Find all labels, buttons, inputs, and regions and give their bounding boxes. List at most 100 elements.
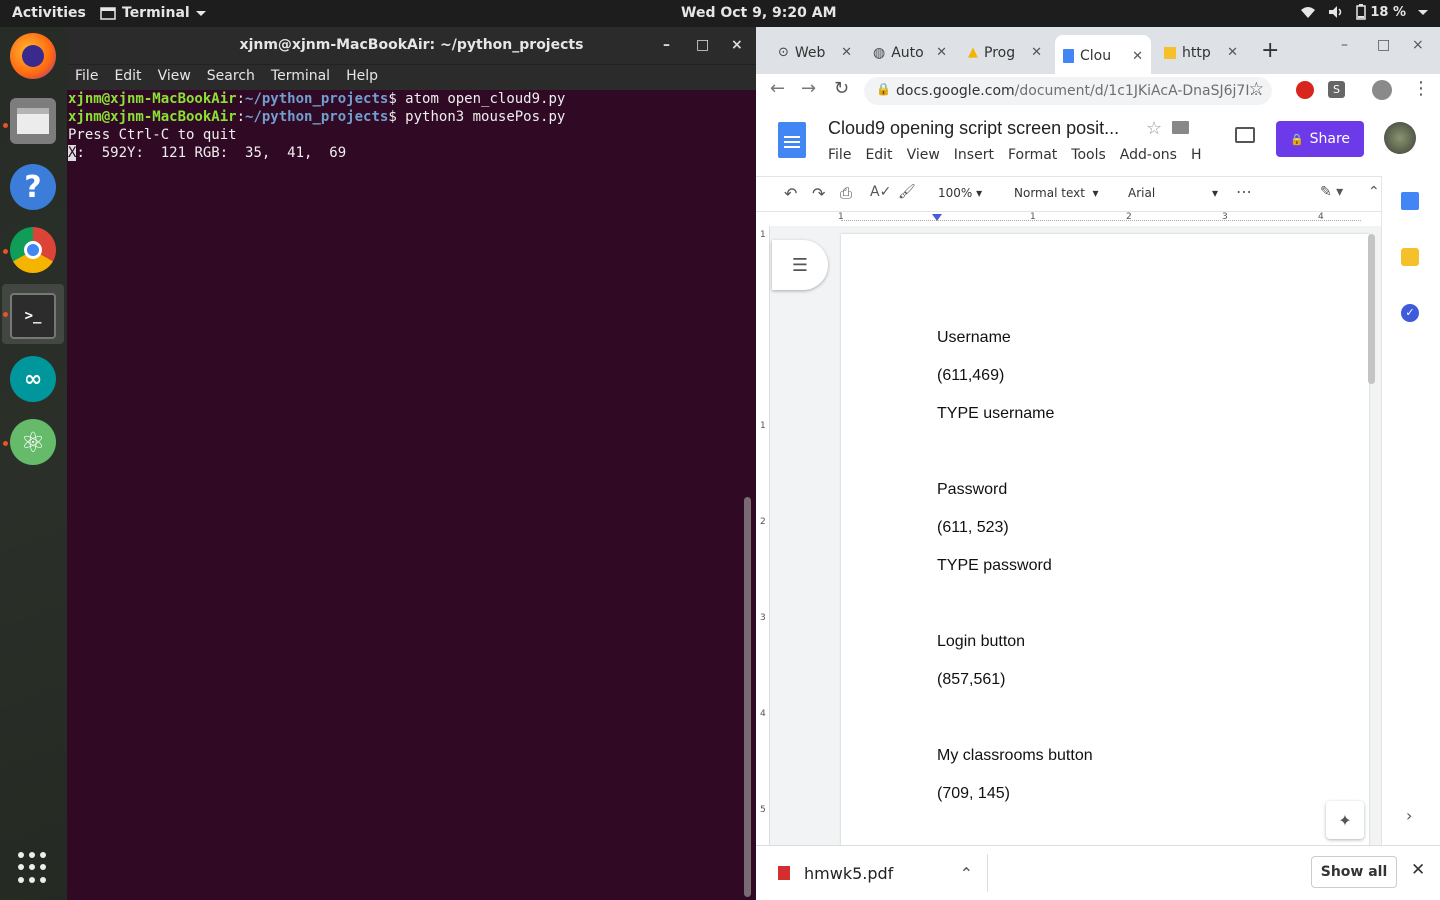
tray-chevron-icon bbox=[1418, 9, 1428, 15]
atom-icon[interactable]: ⚛ bbox=[10, 419, 56, 465]
editing-mode-icon[interactable]: ✎ ▾ bbox=[1320, 184, 1343, 200]
keep-icon[interactable] bbox=[1401, 248, 1419, 266]
menu-file[interactable]: File bbox=[67, 65, 106, 90]
document-outline-icon[interactable]: ☰ bbox=[772, 240, 828, 290]
print-icon[interactable]: ⎙ bbox=[840, 184, 852, 202]
document-scrollbar[interactable] bbox=[1368, 234, 1375, 384]
collapse-toolbar-icon[interactable]: ⌃ bbox=[1368, 184, 1380, 200]
tab-prog[interactable]: ▲ Prog ✕ bbox=[960, 37, 1050, 68]
reload-icon[interactable]: ↻ bbox=[834, 78, 849, 99]
spellcheck-icon[interactable]: A✓ bbox=[870, 184, 891, 200]
menu-edit[interactable]: Edit bbox=[106, 65, 149, 90]
firefox-icon[interactable] bbox=[10, 33, 56, 79]
help-icon[interactable]: ? bbox=[10, 164, 56, 210]
running-indicator bbox=[3, 249, 8, 254]
maximize-icon[interactable]: □ bbox=[696, 37, 709, 53]
star-icon[interactable]: ☆ bbox=[1249, 79, 1264, 99]
comments-icon[interactable] bbox=[1235, 127, 1255, 143]
terminal-titlebar[interactable]: xjnm@xjnm-MacBookAir: ~/python_projects … bbox=[67, 27, 756, 64]
docs-menu-file[interactable]: File bbox=[828, 147, 851, 163]
docs-menubar: File Edit View Insert Format Tools Add-o… bbox=[828, 147, 1223, 163]
app-menu[interactable]: Terminal bbox=[100, 5, 206, 21]
menu-help[interactable]: Help bbox=[338, 65, 386, 90]
minimize-icon[interactable]: – bbox=[663, 37, 670, 53]
menu-terminal[interactable]: Terminal bbox=[263, 65, 338, 90]
clock[interactable]: Wed Oct 9, 9:20 AM bbox=[681, 5, 837, 21]
terminal-output[interactable]: xjnm@xjnm-MacBookAir:~/python_projects$ … bbox=[67, 90, 756, 900]
redo-icon[interactable]: ↷ bbox=[812, 184, 825, 203]
close-tab-icon[interactable]: ✕ bbox=[1227, 45, 1246, 60]
undo-icon[interactable]: ↶ bbox=[784, 184, 797, 203]
browser-toolbar: ← → ↻ 🔒 docs.google.com/document/d/1c1JK… bbox=[756, 74, 1440, 108]
extension-s-icon[interactable]: S bbox=[1328, 81, 1345, 98]
minimize-icon[interactable]: – bbox=[1341, 37, 1348, 53]
explore-icon[interactable]: ✦ bbox=[1326, 801, 1364, 839]
system-tray[interactable]: 18 % bbox=[1300, 4, 1428, 20]
extension-icon[interactable] bbox=[1296, 81, 1314, 99]
doc-line: TYPE password bbox=[937, 557, 1052, 574]
document-title[interactable]: Cloud9 opening script screen posit... bbox=[828, 118, 1119, 139]
profile-avatar[interactable] bbox=[1372, 80, 1392, 100]
terminal-scrollbar[interactable] bbox=[744, 497, 751, 897]
web-icon: ⊙ bbox=[778, 45, 789, 60]
document-page[interactable]: Username (611,469) TYPE username Passwor… bbox=[841, 234, 1369, 873]
docs-logo-icon[interactable] bbox=[778, 122, 806, 158]
tab-http[interactable]: http ✕ bbox=[1156, 37, 1246, 68]
font-select[interactable]: Arial ▾ bbox=[1128, 186, 1218, 200]
docs-menu-tools[interactable]: Tools bbox=[1071, 147, 1106, 163]
account-avatar[interactable] bbox=[1384, 122, 1416, 154]
close-icon[interactable]: × bbox=[731, 37, 743, 53]
tab-auto[interactable]: ◍ Auto ✕ bbox=[865, 37, 955, 68]
document-canvas[interactable]: 1 1 2 3 4 5 ☰ Username (611,469) TYPE us… bbox=[756, 226, 1381, 873]
paint-format-icon[interactable]: 🖌 bbox=[898, 184, 916, 200]
doc-line: (611,469) bbox=[937, 367, 1005, 384]
show-all-button[interactable]: Show all bbox=[1311, 856, 1397, 888]
running-indicator bbox=[3, 312, 8, 317]
docs-menu-insert[interactable]: Insert bbox=[954, 147, 994, 163]
download-item[interactable]: hmwk5.pdf ⌃ bbox=[766, 854, 988, 892]
close-tab-icon[interactable]: ✕ bbox=[936, 45, 955, 60]
docs-menu-view[interactable]: View bbox=[907, 147, 940, 163]
folder-icon[interactable] bbox=[1172, 121, 1189, 134]
tab-web[interactable]: ⊙ Web ✕ bbox=[770, 37, 860, 68]
new-tab-icon[interactable]: + bbox=[1261, 38, 1279, 63]
running-indicator bbox=[3, 123, 8, 128]
menu-view[interactable]: View bbox=[150, 65, 199, 90]
arduino-icon[interactable]: ∞ bbox=[10, 356, 56, 402]
docs-menu-addons[interactable]: Add-ons bbox=[1120, 147, 1177, 163]
url-host: docs.google.com bbox=[896, 83, 1015, 99]
terminal-icon[interactable]: >_ bbox=[10, 293, 56, 339]
doc-line: My classrooms button bbox=[937, 747, 1093, 764]
tab-cloud9-doc[interactable]: Clou ✕ bbox=[1055, 35, 1151, 77]
share-button[interactable]: 🔒 Share bbox=[1276, 121, 1364, 157]
address-bar[interactable]: 🔒 docs.google.com/document/d/1c1JKiAcA-D… bbox=[864, 77, 1272, 105]
more-options-icon[interactable]: ⋯ bbox=[1236, 182, 1252, 201]
forward-icon[interactable]: → bbox=[801, 78, 816, 99]
close-icon[interactable]: × bbox=[1412, 37, 1424, 53]
zoom-select[interactable]: 100% ▾ bbox=[938, 186, 982, 200]
docs-menu-format[interactable]: Format bbox=[1008, 147, 1057, 163]
calendar-icon[interactable] bbox=[1401, 192, 1419, 210]
close-tab-icon[interactable]: ✕ bbox=[841, 45, 860, 60]
kebab-menu-icon[interactable]: ⋮ bbox=[1412, 78, 1430, 99]
indent-marker[interactable] bbox=[932, 214, 942, 221]
app-grid-icon[interactable] bbox=[18, 852, 50, 884]
close-download-bar-icon[interactable]: ✕ bbox=[1411, 860, 1425, 880]
activities-button[interactable]: Activities bbox=[12, 5, 86, 21]
terminal-window: xjnm@xjnm-MacBookAir: ~/python_projects … bbox=[67, 27, 756, 900]
back-icon[interactable]: ← bbox=[770, 78, 785, 99]
star-icon[interactable]: ☆ bbox=[1146, 118, 1162, 139]
chevron-down-icon bbox=[195, 10, 206, 16]
maximize-icon[interactable]: □ bbox=[1377, 37, 1390, 53]
close-tab-icon[interactable]: ✕ bbox=[1132, 49, 1151, 64]
chevron-right-icon[interactable]: › bbox=[1406, 806, 1412, 825]
tasks-icon[interactable]: ✓ bbox=[1401, 304, 1419, 322]
docs-menu-edit[interactable]: Edit bbox=[865, 147, 892, 163]
chevron-up-icon[interactable]: ⌃ bbox=[960, 864, 973, 883]
menu-search[interactable]: Search bbox=[199, 65, 263, 90]
chrome-icon[interactable] bbox=[10, 227, 56, 273]
close-tab-icon[interactable]: ✕ bbox=[1031, 45, 1050, 60]
globe-icon: ◍ bbox=[873, 44, 886, 61]
style-select[interactable]: Normal text ▾ bbox=[1014, 186, 1099, 200]
files-icon[interactable] bbox=[10, 98, 56, 144]
